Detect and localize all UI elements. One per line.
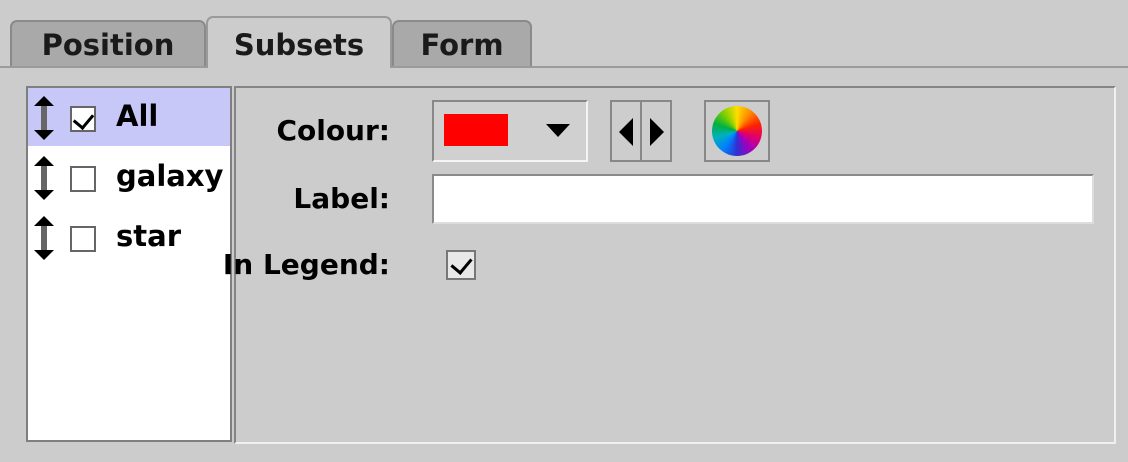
tab-subsets[interactable]: Subsets [206, 16, 392, 68]
drag-handle-icon[interactable] [32, 216, 56, 260]
arrow-left-icon [619, 118, 633, 146]
color-wheel-icon [712, 106, 762, 156]
subset-label: star [116, 219, 181, 253]
chevron-down-icon [546, 124, 570, 137]
subset-checkbox-galaxy[interactable] [70, 166, 96, 192]
subset-label: All [116, 99, 159, 133]
subset-checkbox-all[interactable] [70, 106, 96, 132]
drag-handle-icon[interactable] [32, 96, 56, 140]
tab-position[interactable]: Position [10, 20, 206, 66]
next-colour-button[interactable] [640, 100, 672, 162]
tab-form[interactable]: Form [392, 20, 532, 66]
tab-divider [0, 66, 1128, 68]
colour-swatch [444, 114, 508, 146]
colour-chooser-button[interactable] [704, 100, 770, 162]
colour-dropdown[interactable] [432, 100, 588, 162]
colour-label: Colour: [276, 114, 390, 147]
label-label: Label: [293, 182, 390, 215]
previous-colour-button[interactable] [610, 100, 642, 162]
tab-bar: Position Subsets Form [8, 16, 1128, 68]
subset-checkbox-star[interactable] [70, 226, 96, 252]
label-input[interactable] [432, 174, 1094, 224]
in-legend-label: In Legend: [222, 248, 390, 281]
arrow-right-icon [650, 118, 664, 146]
drag-handle-icon[interactable] [32, 156, 56, 200]
in-legend-checkbox[interactable] [446, 250, 476, 280]
